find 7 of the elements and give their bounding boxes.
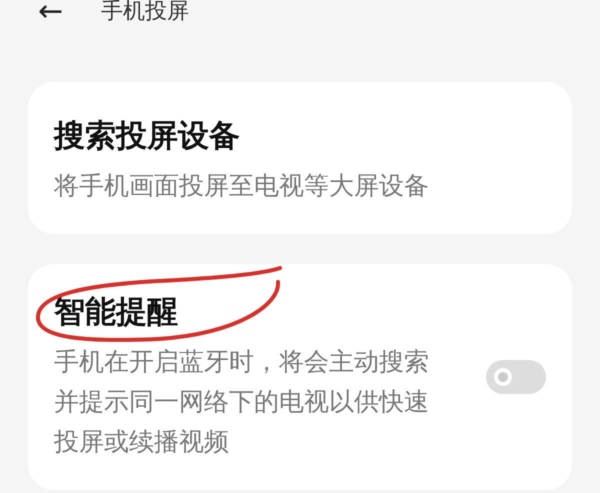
setting-title: 搜索投屏设备 [54, 117, 241, 156]
setting-title: 智能提醒 [54, 293, 179, 332]
toggle-switch[interactable] [486, 360, 546, 394]
page-title: 手机投屏 [101, 0, 190, 24]
setting-description: 手机在开启蓝牙时，将会主动搜索并提示同一网络下的电视以供快速投屏或续播视频 [54, 346, 430, 458]
setting-description: 将手机画面投屏至电视等大屏设备 [54, 170, 430, 202]
back-button[interactable]: ← [38, 0, 64, 24]
